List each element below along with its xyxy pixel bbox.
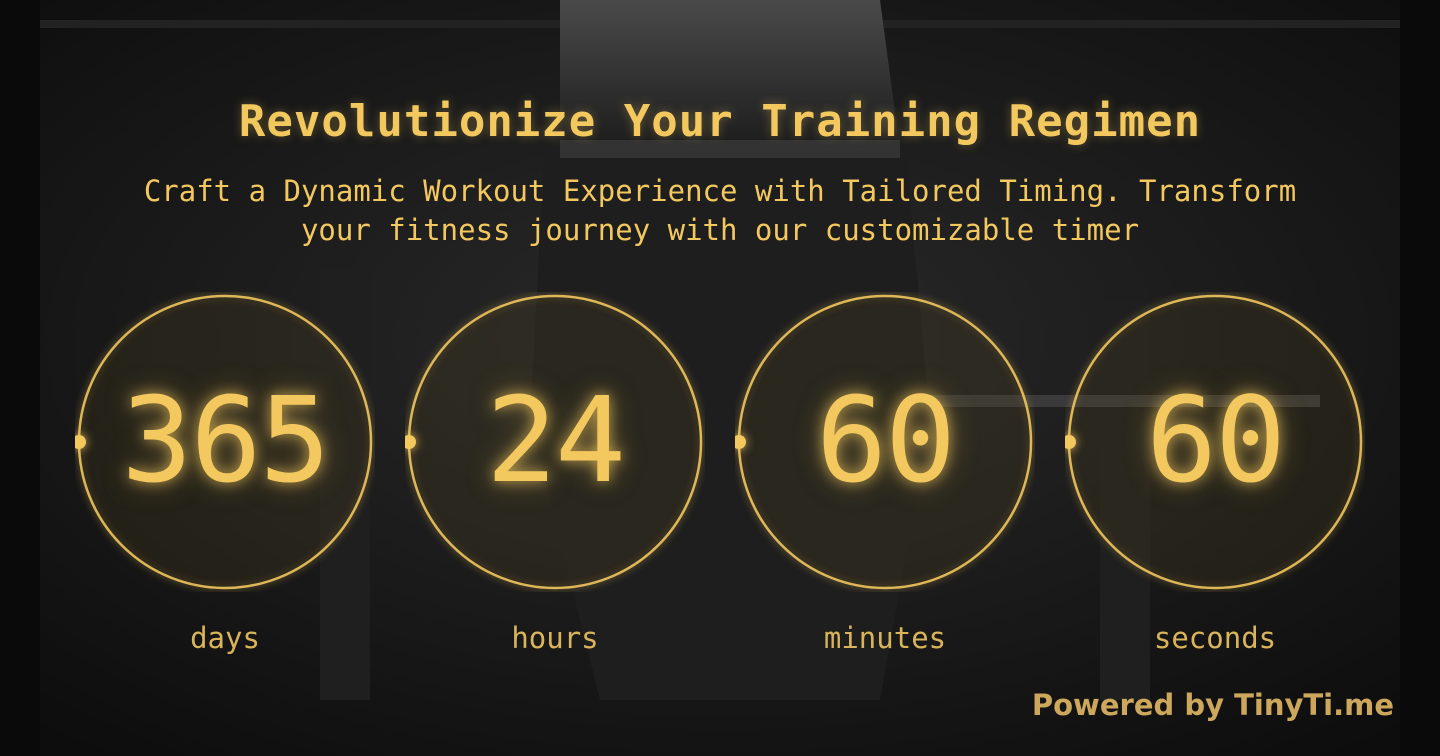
minutes-value: 60 (815, 371, 956, 509)
minutes-label: minutes (823, 621, 947, 655)
countdown-timer: 365 days 24 hours 60 minutes 60 seconds (0, 0, 1440, 756)
hours-label: hours (511, 621, 599, 655)
countdown-days: 365 days (75, 292, 375, 682)
days-label: days (190, 621, 260, 655)
countdown-hours: 24 hours (405, 292, 705, 682)
days-value: 365 (121, 371, 330, 509)
seconds-value: 60 (1145, 371, 1286, 509)
hours-value: 24 (485, 371, 626, 509)
powered-by-link[interactable]: Powered by TinyTi.me (1032, 688, 1394, 722)
countdown-seconds: 60 seconds (1065, 292, 1365, 682)
countdown-minutes: 60 minutes (735, 292, 1035, 682)
seconds-label: seconds (1153, 621, 1277, 655)
